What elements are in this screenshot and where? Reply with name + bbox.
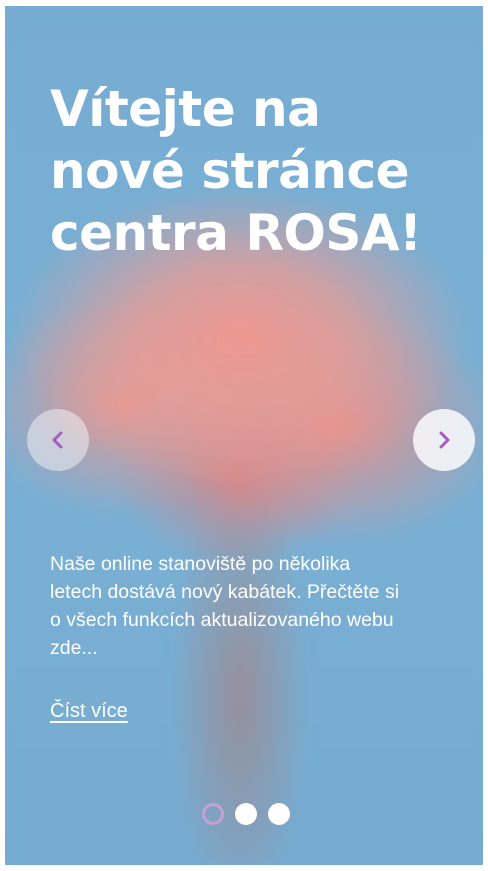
slide-dot-3[interactable] (268, 803, 290, 825)
slide-title: Vítejte na nové stránce centra ROSA! (50, 78, 470, 264)
slide-description-line: Naše online stanoviště po několika (50, 553, 351, 575)
chevron-right-icon (439, 431, 450, 449)
slide-dot-2[interactable] (235, 803, 257, 825)
slide-description-line: o všech funkcích aktualizovaného webu (50, 609, 394, 631)
chevron-left-icon (52, 431, 63, 449)
slide-description: Naše online stanoviště po několika letec… (50, 550, 480, 662)
slide-title-line: nové stránce (50, 142, 410, 200)
next-slide-button[interactable] (413, 409, 475, 471)
hero-slider: Vítejte na nové stránce centra ROSA! Naš… (5, 6, 483, 865)
slide-title-line: centra ROSA! (50, 204, 422, 262)
slide-title-line: Vítejte na (50, 80, 321, 138)
slide-description-line: letech dostává nový kabátek. Přečtěte si (50, 581, 400, 603)
read-more-link[interactable]: Číst více (50, 697, 128, 725)
slide-description-line: zde... (50, 637, 98, 659)
previous-slide-button[interactable] (27, 409, 89, 471)
slide-dot-1[interactable] (202, 803, 224, 825)
slide-pagination (202, 803, 290, 825)
